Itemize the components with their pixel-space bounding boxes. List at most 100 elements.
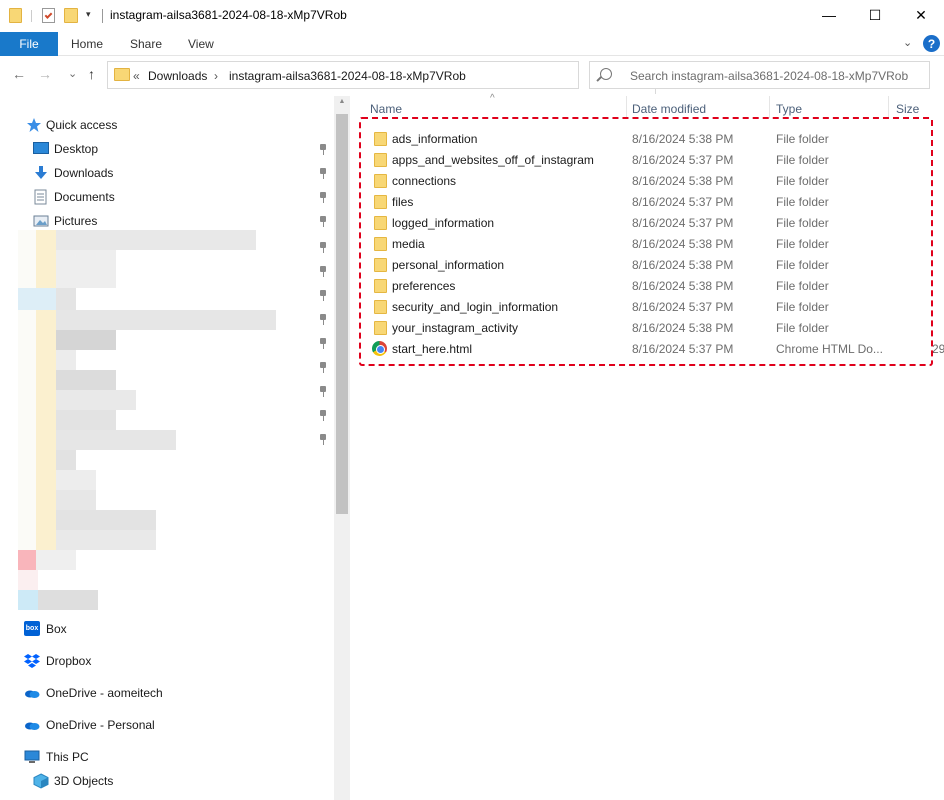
file-row[interactable]: preferences 8/16/2024 5:38 PM File folder	[358, 275, 944, 296]
nav-item-label: Documents	[54, 190, 115, 204]
file-type: File folder	[776, 300, 829, 314]
pin-icon[interactable]	[318, 192, 328, 204]
nav-item-pictures[interactable]: Pictures	[0, 210, 334, 232]
breadcrumb-overflow[interactable]: «	[133, 69, 140, 83]
pin-icon[interactable]	[318, 216, 328, 228]
file-row[interactable]: personal_information 8/16/2024 5:38 PM Fil…	[358, 254, 944, 275]
pin-icon[interactable]	[318, 144, 328, 156]
scroll-thumb[interactable]	[336, 114, 348, 514]
window-title: instagram-ailsa3681-2024-08-18-xMp7VRob	[110, 8, 347, 22]
folder-icon	[374, 174, 387, 188]
expand-ribbon-icon[interactable]: ⌄	[903, 36, 912, 49]
minimize-button[interactable]: —	[806, 0, 852, 30]
file-row[interactable]: apps_and_websites_off_of_instagram 8/16/2…	[358, 149, 944, 170]
pin-icon[interactable]	[318, 266, 328, 278]
back-icon[interactable]: ←	[12, 66, 26, 82]
column-divider[interactable]	[626, 96, 627, 118]
pin-icon[interactable]	[318, 168, 328, 180]
nav-item-label: 3D Objects	[54, 774, 114, 788]
file-type: File folder	[776, 216, 829, 230]
up-icon[interactable]: ↑	[88, 66, 95, 82]
file-date-modified: 8/16/2024 5:37 PM	[632, 342, 734, 356]
column-divider[interactable]	[888, 96, 889, 118]
column-header-date-modified[interactable]: Date modified	[632, 102, 706, 116]
nav-item-desktop[interactable]: Desktop	[0, 138, 334, 160]
breadcrumb-downloads[interactable]: Downloads	[148, 69, 207, 83]
pin-icon[interactable]	[318, 314, 328, 326]
nav-item-onedrive-aomeitech[interactable]: OneDrive - aomeitech	[0, 682, 334, 704]
scroll-up-icon[interactable]: ▲	[334, 98, 350, 110]
file-type: File folder	[776, 321, 829, 335]
file-name: media	[392, 237, 425, 251]
nav-item-onedrive-personal[interactable]: OneDrive - Personal	[0, 714, 334, 736]
column-header-size[interactable]: Size	[896, 102, 919, 116]
properties-icon[interactable]	[42, 8, 55, 23]
file-row[interactable]: ads_information 8/16/2024 5:38 PM File fol…	[358, 128, 944, 149]
file-row[interactable]: logged_information 8/16/2024 5:37 PM File …	[358, 212, 944, 233]
nav-item-3d-objects[interactable]: 3D Objects	[0, 770, 334, 792]
file-name: your_instagram_activity	[392, 321, 519, 335]
pin-icon[interactable]	[318, 338, 328, 350]
file-name: logged_information	[392, 216, 495, 230]
file-row[interactable]: media 8/16/2024 5:38 PM File folder	[358, 233, 944, 254]
column-header-name[interactable]: Name	[370, 102, 402, 116]
file-date-modified: 8/16/2024 5:38 PM	[632, 174, 734, 188]
nav-item-box[interactable]: box Box	[0, 618, 334, 640]
file-date-modified: 8/16/2024 5:38 PM	[632, 258, 734, 272]
pin-icon[interactable]	[318, 242, 328, 254]
file-row[interactable]: security_and_login_information 8/16/2024 …	[358, 296, 944, 317]
folder-icon	[374, 279, 387, 293]
search-input[interactable]: Search instagram-ailsa3681-2024-08-18-xM…	[630, 69, 908, 83]
new-folder-icon[interactable]	[64, 8, 78, 23]
folder-icon	[374, 153, 387, 167]
file-row[interactable]: files 8/16/2024 5:37 PM File folder	[358, 191, 944, 212]
nav-scrollbar[interactable]: ▲	[334, 96, 350, 800]
forward-icon[interactable]: →	[38, 66, 52, 82]
help-icon[interactable]: ?	[923, 35, 940, 52]
nav-item-dropbox[interactable]: Dropbox	[0, 650, 334, 672]
folder-icon	[374, 258, 387, 272]
file-row[interactable]: start_here.html 8/16/2024 5:37 PM Chrome H…	[358, 338, 944, 359]
pin-icon[interactable]	[318, 410, 328, 422]
folder-icon	[374, 321, 387, 335]
pin-icon[interactable]	[318, 434, 328, 446]
address-bar[interactable]: « Downloads › instagram-ailsa3681-2024-0…	[107, 61, 675, 94]
file-row[interactable]: connections 8/16/2024 5:38 PM File folder	[358, 170, 944, 191]
onedrive-icon	[25, 722, 40, 730]
nav-item-downloads[interactable]: Downloads	[0, 162, 334, 184]
search-box[interactable]: Search instagram-ailsa3681-2024-08-18-xM…	[589, 61, 930, 89]
box-icon: box	[24, 621, 40, 636]
column-header-type[interactable]: Type	[776, 102, 802, 116]
recent-locations-icon[interactable]: ⌄	[68, 67, 77, 80]
pin-icon[interactable]	[318, 386, 328, 398]
customize-toolbar-icon[interactable]: ▾	[86, 9, 91, 20]
search-icon	[600, 68, 612, 80]
file-type: File folder	[776, 279, 829, 293]
this-pc-icon	[24, 750, 40, 763]
nav-item-quick-access[interactable]: Quick access	[0, 114, 334, 136]
nav-item-this-pc[interactable]: This PC	[0, 746, 334, 768]
downloads-icon	[35, 166, 47, 179]
breadcrumb-current-folder[interactable]: instagram-ailsa3681-2024-08-18-xMp7VRob	[229, 69, 466, 83]
folder-icon	[9, 8, 22, 23]
chrome-html-icon	[372, 341, 387, 356]
star-icon	[27, 118, 41, 132]
close-button[interactable]: ✕	[898, 0, 944, 30]
file-row[interactable]: your_instagram_activity 8/16/2024 5:38 PM…	[358, 317, 944, 338]
file-type: Chrome HTML Do...	[776, 342, 883, 356]
onedrive-icon	[25, 690, 40, 698]
documents-icon	[34, 189, 47, 205]
tab-file[interactable]: File	[0, 32, 58, 56]
pin-icon[interactable]	[318, 362, 328, 374]
column-divider[interactable]	[769, 96, 770, 118]
file-name: connections	[392, 174, 457, 188]
tab-home[interactable]: Home	[71, 37, 103, 51]
pin-icon[interactable]	[318, 290, 328, 302]
maximize-button[interactable]: ☐	[852, 0, 898, 30]
file-type: File folder	[776, 153, 829, 167]
file-date-modified: 8/16/2024 5:37 PM	[632, 153, 734, 167]
nav-item-label: Downloads	[54, 166, 114, 180]
nav-item-documents[interactable]: Documents	[0, 186, 334, 208]
tab-share[interactable]: Share	[130, 37, 162, 51]
tab-view[interactable]: View	[188, 37, 214, 51]
